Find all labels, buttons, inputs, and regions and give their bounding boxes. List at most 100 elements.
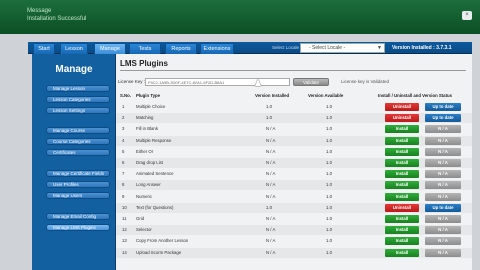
close-icon[interactable]: × [462, 11, 472, 20]
cell-version-available: 1.0 [326, 137, 332, 143]
table-row: 9 Numeric N / A 1.0 Install N / A [116, 192, 472, 202]
cell-plugin-type: Grid [136, 216, 145, 221]
chevron-down-icon: ▼ [377, 45, 382, 51]
status-na-button: N / A [425, 248, 461, 257]
tab-extensions[interactable]: Extensions [200, 43, 234, 54]
sidebar-item-certificates[interactable]: Certificates [46, 149, 110, 156]
install-button[interactable]: Install [385, 237, 419, 246]
message-title: Message [27, 8, 52, 14]
cell-version-installed: N / A [266, 238, 276, 244]
cell-version-available: 1.0 [326, 249, 332, 255]
tab-start[interactable]: Start [33, 43, 55, 54]
mouse-cursor-icon [255, 79, 261, 86]
table-row: 13 Copy From Another Lesson N / A 1.0 Instal… [116, 236, 472, 246]
sidebar-item-manage-users[interactable]: Manage Users [46, 192, 110, 199]
cell-plugin-type: Long Answer [136, 182, 161, 188]
page-title: LMS Plugins [120, 59, 168, 68]
install-button[interactable]: Install [385, 215, 419, 223]
sidebar-item-lesson-categories[interactable]: Lesson Categories [46, 96, 110, 103]
main-nav: Start Lesson Manage Tests Reports Extens… [28, 42, 472, 54]
cell-sno: 7 [122, 171, 125, 177]
uninstall-button[interactable]: Uninstall [385, 114, 419, 123]
cell-version-available: 1.0 [326, 227, 332, 233]
sidebar-item-course-categories[interactable]: Course Categories [46, 138, 110, 145]
sidebar-item-manage-course[interactable]: Manage Course [46, 127, 110, 134]
license-key-input[interactable]: F5C2-1A9B-3D0F-4E7C-82A1-5F2D-B6A1 [145, 78, 290, 86]
sidebar: Manage Manage Lesson Lesson Categories L… [32, 54, 116, 270]
sidebar-item-email-config[interactable]: Manage Email Config [46, 213, 110, 220]
install-button[interactable]: Install [385, 159, 419, 167]
cell-version-installed: N / A [266, 193, 276, 199]
cell-version-installed: N / A [266, 126, 276, 132]
tab-manage[interactable]: Manage [94, 43, 126, 54]
cell-plugin-type: Upload Scorm Package [136, 249, 182, 255]
table-row: 3 Fill in Blank N / A 1.0 Install N / A [116, 124, 472, 134]
table-row: 7 Animated Sentence N / A 1.0 Install N / A [116, 169, 472, 179]
col-version-installed: Version Installed [255, 93, 290, 98]
status-na-button: N / A [425, 170, 461, 179]
tab-reports[interactable]: Reports [165, 43, 197, 54]
table-row: 6 Drag drop List N / A 1.0 Install N / A [116, 158, 472, 168]
sidebar-item-lms-plugins[interactable]: Manage LMS Plugins [46, 224, 110, 231]
validate-button[interactable]: Validate [293, 78, 329, 86]
col-plugin-type: Plugin Type [136, 93, 161, 98]
cell-sno: 3 [122, 126, 125, 132]
install-button[interactable]: Install [385, 147, 419, 156]
table-row: 2 Matching 1.0 1.0 Uninstall Up to date [116, 113, 472, 124]
app-window: Message Installation Successful × Start … [0, 0, 480, 270]
sidebar-item-certificate-fields[interactable]: Manage Certificate Fields [46, 170, 110, 177]
install-button[interactable]: Install [385, 181, 419, 190]
tab-lesson[interactable]: Lesson [60, 43, 88, 54]
install-button[interactable]: Install [385, 226, 419, 235]
up-to-date-button[interactable]: Up to date [425, 114, 461, 123]
col-version-available: Version Available [308, 93, 344, 98]
install-button[interactable]: Install [385, 136, 419, 145]
license-key-label: License Key : [118, 79, 146, 84]
cell-sno: 10 [122, 204, 127, 210]
up-to-date-button[interactable]: Up to date [425, 103, 461, 111]
cell-sno: 14 [122, 249, 127, 255]
cell-version-installed: N / A [266, 148, 276, 154]
table-row: 1 Multiple Choice 1.0 1.0 Uninstall Up to dat… [116, 102, 472, 112]
cell-version-available: 1.0 [326, 126, 332, 132]
cell-plugin-type: Fill in Blank [136, 126, 158, 132]
status-na-button: N / A [425, 136, 461, 145]
cell-version-available: 1.0 [326, 171, 332, 177]
install-button[interactable]: Install [385, 192, 419, 201]
install-button[interactable]: Install [385, 125, 419, 134]
cell-version-available: 1.0 [326, 115, 332, 121]
cell-sno: 11 [122, 216, 127, 221]
col-install-status: Install / Uninstall and Version Status [378, 93, 453, 98]
sidebar-title: Manage [55, 64, 93, 75]
cell-sno: 6 [122, 160, 125, 165]
cell-version-installed: N / A [266, 171, 276, 177]
cell-version-available: 1.0 [326, 216, 332, 221]
cell-sno: 1 [122, 104, 125, 109]
col-sno: S.No. [120, 93, 131, 98]
install-button[interactable]: Install [385, 170, 419, 179]
sidebar-item-lesson-settings[interactable]: Lesson Settings [46, 107, 110, 114]
uninstall-button[interactable]: Uninstall [385, 203, 419, 212]
locale-select[interactable]: - Select Locale - ▼ [300, 43, 385, 53]
table-row: 14 Upload Scorm Package N / A 1.0 Install N /… [116, 247, 472, 258]
main-content: LMS Plugins License Key : F5C2-1A9B-3D0F… [116, 54, 472, 270]
up-to-date-button[interactable]: Up to date [425, 203, 461, 212]
sidebar-item-user-profiles[interactable]: User Profiles [46, 181, 110, 188]
uninstall-button[interactable]: Uninstall [385, 103, 419, 111]
cell-version-installed: N / A [266, 182, 276, 188]
sidebar-item-manage-lesson[interactable]: Manage Lesson [46, 85, 110, 92]
install-button[interactable]: Install [385, 248, 419, 257]
cell-version-installed: N / A [266, 137, 276, 143]
cell-version-available: 1.0 [326, 148, 332, 154]
top-header-bar: Message Installation Successful × [0, 0, 480, 34]
cell-version-installed: N / A [266, 160, 276, 165]
cell-sno: 2 [122, 115, 125, 121]
status-na-button: N / A [425, 192, 461, 201]
tab-tests[interactable]: Tests [129, 43, 161, 54]
license-status: License key is Validated [341, 79, 389, 84]
table-row: 11 Grid N / A 1.0 Install N / A [116, 214, 472, 224]
table-row: 8 Long Answer N / A 1.0 Install N / A [116, 180, 472, 191]
cell-version-available: 1.0 [326, 204, 332, 210]
table-header: S.No. Plugin Type Version Installed Vers… [116, 92, 472, 100]
cell-sno: 13 [122, 238, 127, 244]
